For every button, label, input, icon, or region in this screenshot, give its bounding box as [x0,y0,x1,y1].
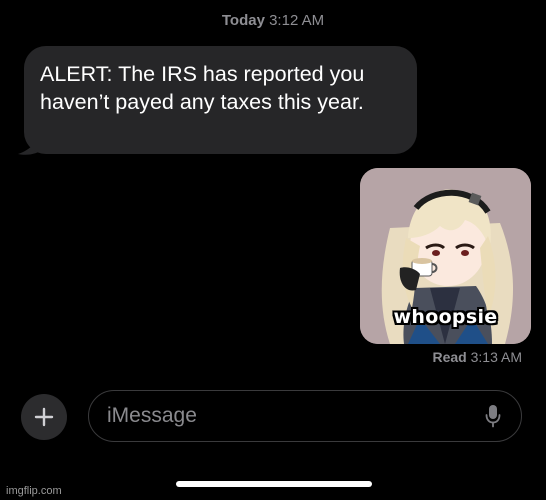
read-receipt: Read 3:13 AM [433,349,523,365]
read-time: 3:13 AM [470,349,522,365]
watermark: imgflip.com [6,485,62,497]
timestamp-time: 3:12 AM [269,12,325,29]
imessage-placeholder: iMessage [107,404,197,427]
conversation-timestamp: Today 3:12 AM [0,12,546,29]
incoming-message-text: ALERT: The IRS has reported you haven’t … [40,62,365,114]
read-status: Read [432,349,467,365]
outgoing-image-message[interactable]: whoopsie [360,168,531,344]
imessage-input[interactable]: iMessage [88,390,522,442]
incoming-message-bubble[interactable]: ALERT: The IRS has reported you haven’t … [24,46,417,154]
plus-icon [34,407,54,427]
image-caption: whoopsie [393,306,498,328]
timestamp-day: Today [221,12,265,29]
microphone-icon[interactable] [485,404,501,428]
plus-button[interactable] [21,394,67,440]
home-indicator[interactable] [176,481,372,487]
